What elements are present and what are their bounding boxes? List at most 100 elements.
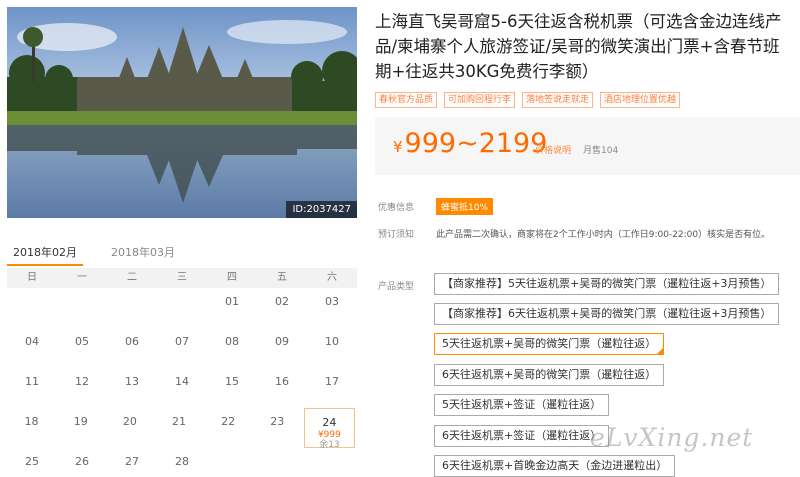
calendar-day: 27: [107, 448, 157, 477]
calendar-day: 19: [56, 408, 105, 448]
calendar-day: 22: [204, 408, 253, 448]
product-option[interactable]: 6天往返机票+吴哥的微笑门票（暹粒往返）: [434, 364, 665, 386]
photo-id-label: ID:2037427: [286, 201, 357, 218]
calendar-day-number: 04: [25, 335, 39, 348]
calendar-day-number: 13: [125, 375, 139, 388]
tab-month-feb[interactable]: 2018年02月: [7, 244, 83, 266]
watermark: eLvXing.net: [590, 423, 754, 452]
price-explanation-link[interactable]: 价格说明: [535, 143, 571, 156]
booking-notice-label: 预订须知: [378, 230, 415, 240]
calendar-day-empty: [7, 288, 57, 328]
weekday-label: 六: [327, 272, 337, 283]
price-box: ¥999~2199 价格说明 月售104: [375, 117, 800, 175]
discount-badge: 蜂蜜抵10%: [436, 198, 494, 215]
calendar-day-number: 19: [73, 415, 88, 428]
product-option-selected[interactable]: 5天往返机票+吴哥的微笑门票（暹粒往返）: [434, 333, 665, 355]
calendar-day: 01: [207, 288, 257, 328]
calendar-day-number: 27: [125, 455, 139, 468]
calendar-day-number: 05: [75, 335, 89, 348]
calendar-day: 08: [207, 328, 257, 368]
product-option[interactable]: 6天往返机票+首晚金边高天（金边进暹粒出）: [434, 455, 676, 477]
calendar-day-empty: [257, 448, 307, 477]
calendar-day-number: 01: [225, 295, 239, 308]
calendar-day-number: 10: [325, 335, 339, 348]
calendar-day-empty: [157, 288, 207, 328]
calendar-month-tabs: 2018年02月 2018年03月: [7, 240, 357, 268]
calendar-day: 23: [253, 408, 302, 448]
calendar-day-empty: [207, 448, 257, 477]
calendar-day-number: 20: [122, 415, 137, 428]
product-option[interactable]: 【商家推荐】5天往返机票+吴哥的微笑门票（暹粒往返+3月预售）: [434, 273, 780, 295]
feature-tag: 落地签说走就走: [522, 92, 594, 108]
weekday-label: 日: [27, 272, 37, 283]
weekday-label: 四: [227, 272, 237, 283]
calendar-week-row: 04 05 06 07 08 09 10: [7, 328, 357, 368]
calendar-day-number: 21: [171, 415, 186, 428]
discount-label: 优惠信息: [378, 203, 415, 213]
calendar-day: 09: [257, 328, 307, 368]
product-option[interactable]: 5天往返机票+签证（暹粒往返）: [434, 394, 610, 416]
calendar-day: 06: [107, 328, 157, 368]
calendar-week-row: 18 19 20 21 22 23 24 ¥999 余13: [7, 408, 357, 450]
calendar-day-number: 11: [25, 375, 39, 388]
product-option[interactable]: 【商家推荐】6天往返机票+吴哥的微笑门票（暹粒往返+3月预售）: [434, 303, 780, 325]
weekday-label: 三: [177, 272, 187, 283]
calendar-day-number: 22: [221, 415, 236, 428]
calendar-day: 21: [154, 408, 203, 448]
calendar-day: 02: [257, 288, 307, 328]
weekday-label: 一: [77, 272, 87, 283]
calendar-day-available[interactable]: 24 ¥999 余13: [303, 408, 355, 450]
calendar-week-row: 11 12 13 14 15 16 17: [7, 368, 357, 408]
calendar-day: 16: [257, 368, 307, 408]
calendar-day: 05: [57, 328, 107, 368]
calendar-day-number: 08: [225, 335, 239, 348]
calendar-day: 20: [105, 408, 154, 448]
calendar-day-number: 12: [75, 375, 89, 388]
feature-tag: 春秋官方品质: [375, 92, 438, 108]
calendar-weekday-header: 日 一 二 三 四 五 六: [7, 268, 357, 288]
calendar-day-number: 18: [24, 415, 39, 428]
calendar-day-number: 25: [25, 455, 39, 468]
calendar-day-empty: [107, 288, 157, 328]
calendar-day-number: 03: [325, 295, 339, 308]
price-range-value: 999~2199: [404, 128, 548, 159]
calendar-day: 13: [107, 368, 157, 408]
calendar-week-row: 25 26 27 28: [7, 448, 357, 477]
calendar-day-number: 24: [322, 416, 337, 429]
currency-symbol: ¥: [393, 138, 403, 156]
calendar-day-number: 26: [75, 455, 89, 468]
calendar-day-number: 06: [125, 335, 139, 348]
calendar-week-row: 01 02 03: [7, 288, 357, 328]
calendar-grid: 01 02 03 04 05 06 07 08 09 10 11 12 13 14 15 16 17 18 19 20…: [7, 288, 357, 477]
calendar-day: 14: [157, 368, 207, 408]
calendar-day: 11: [7, 368, 57, 408]
product-title: 上海直飞吴哥窟5-6天往返含税机票（可选含金边连线产品/柬埔寨个人旅游签证/吴哥…: [375, 12, 782, 81]
product-photo[interactable]: ID:2037427: [7, 7, 357, 218]
price-range: ¥999~2199: [393, 127, 547, 164]
calendar-day-number: 16: [275, 375, 289, 388]
calendar-day: 17: [307, 368, 357, 408]
booking-notice-text: 此产品需二次确认，商家将在2个工作小时内（工作日9:00-22:00）核实是否有…: [436, 230, 771, 240]
tab-month-mar[interactable]: 2018年03月: [111, 244, 175, 260]
calendar-day: 25: [7, 448, 57, 477]
calendar-day-number: 09: [275, 335, 289, 348]
weekday-label: 五: [277, 272, 287, 283]
calendar-day-number: 07: [175, 335, 189, 348]
product-tags: 春秋官方品质 可加购回程行李 落地签说走就走 酒店地理位置优越: [375, 92, 681, 108]
calendar-day-empty: [57, 288, 107, 328]
calendar-day: 18: [7, 408, 56, 448]
calendar-day: 26: [57, 448, 107, 477]
product-option[interactable]: 6天往返机票+签证（暹粒往返）: [434, 425, 610, 447]
calendar-day: 10: [307, 328, 357, 368]
calendar-day-number: 23: [270, 415, 285, 428]
calendar-day-number: 17: [325, 375, 339, 388]
calendar-day: 07: [157, 328, 207, 368]
feature-tag: 酒店地理位置优越: [600, 92, 681, 108]
calendar-day: 03: [307, 288, 357, 328]
calendar-day-number: 15: [225, 375, 239, 388]
angkor-wat-image: [7, 7, 357, 218]
calendar-day-number: 02: [275, 295, 289, 308]
feature-tag: 可加购回程行李: [444, 92, 516, 108]
calendar-day: 12: [57, 368, 107, 408]
calendar-day: 28: [157, 448, 207, 477]
